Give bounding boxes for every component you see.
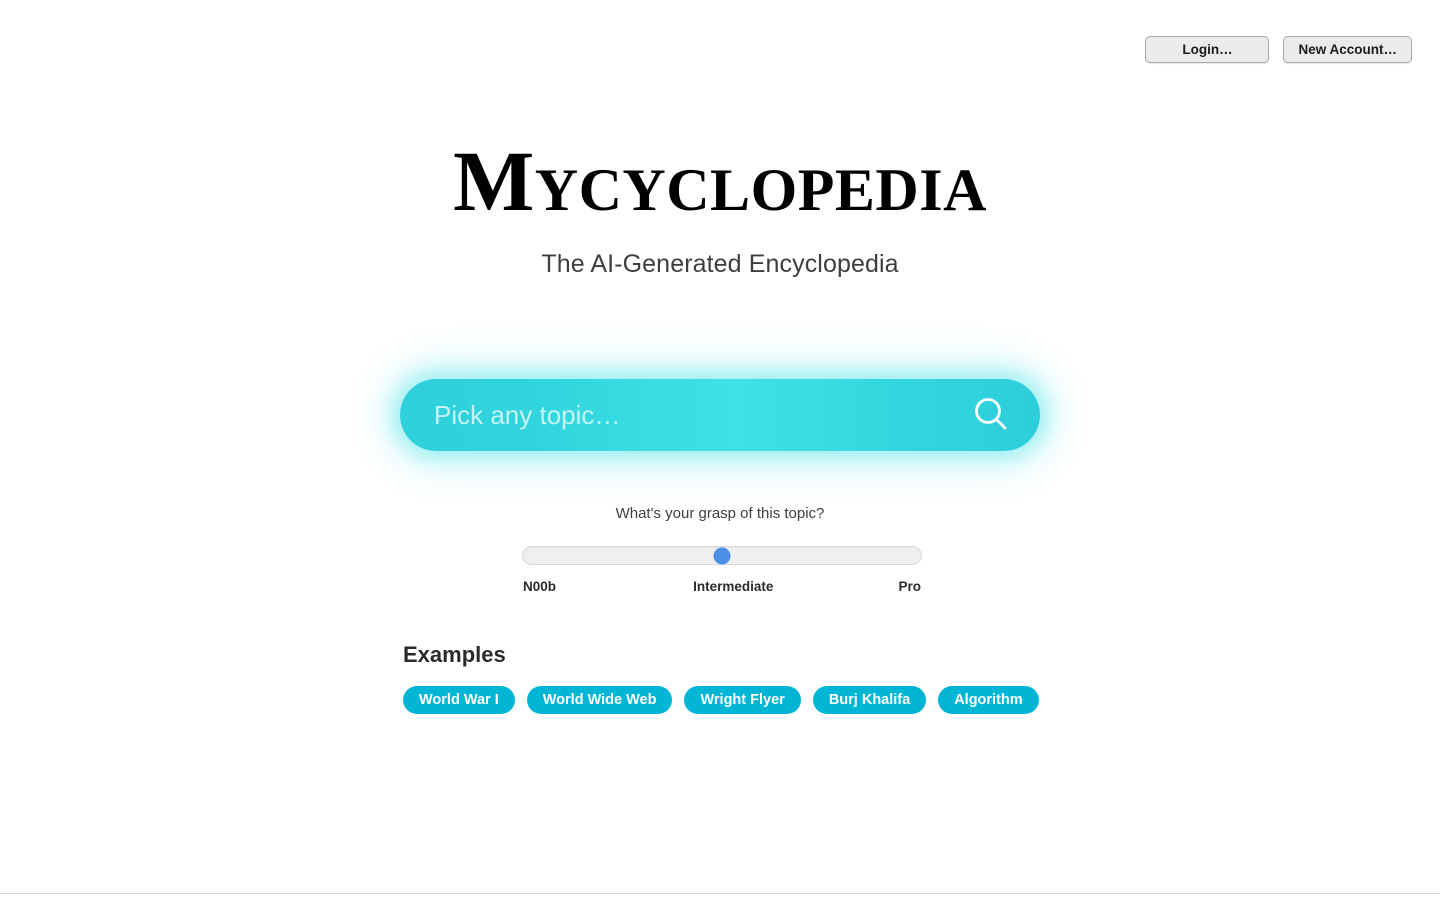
example-chip-list: World War I World Wide Web Wright Flyer … (400, 686, 1040, 714)
example-chip[interactable]: World Wide Web (526, 686, 673, 714)
page-title: Mycyclopedia (453, 133, 987, 229)
grasp-label-low: N00b (523, 579, 557, 594)
grasp-slider-block: N00b Intermediate Pro (522, 546, 922, 594)
example-chip[interactable]: Wright Flyer (684, 686, 801, 714)
grasp-slider-track[interactable] (522, 546, 922, 565)
new-account-button[interactable]: New Account… (1283, 36, 1412, 63)
search-input[interactable] (434, 395, 960, 435)
examples-section: Examples World War I World Wide Web Wrig… (400, 642, 1040, 714)
search-bar[interactable] (400, 379, 1040, 451)
search-section (400, 379, 1040, 451)
footer-divider (0, 893, 1440, 894)
search-icon[interactable] (970, 394, 1012, 436)
examples-heading: Examples (403, 642, 506, 667)
auth-bar: Login… New Account… (1145, 36, 1412, 63)
grasp-label-high: Pro (898, 579, 921, 594)
example-chip[interactable]: Burj Khalifa (812, 686, 927, 714)
example-chip[interactable]: Algorithm (938, 686, 1039, 714)
page-subtitle: The AI-Generated Encyclopedia (541, 250, 899, 278)
grasp-label-mid: Intermediate (693, 579, 774, 594)
grasp-slider-labels: N00b Intermediate Pro (522, 579, 922, 594)
login-button[interactable]: Login… (1145, 36, 1270, 63)
grasp-section: What's your grasp of this topic? N00b In… (0, 505, 1440, 594)
grasp-slider-thumb[interactable] (713, 547, 731, 564)
example-chip[interactable]: World War I (403, 686, 515, 714)
brand-header: Mycyclopedia The AI-Generated Encycloped… (0, 138, 1440, 279)
grasp-question-label: What's your grasp of this topic? (615, 505, 825, 522)
page-root: Login… New Account… Mycyclopedia The AI-… (0, 0, 1440, 900)
